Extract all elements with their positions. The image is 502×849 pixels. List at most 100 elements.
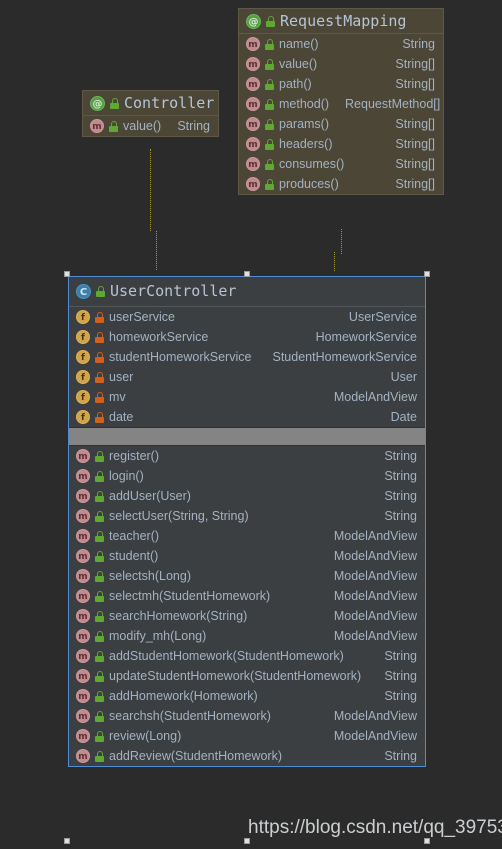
method-icon: m	[246, 37, 260, 51]
field-icon: f	[76, 310, 90, 324]
class-field-row[interactable]: f homeworkService HomeworkService	[69, 327, 425, 347]
method-name: addHomework(Homework)	[109, 688, 258, 703]
method-type: ModelAndView	[333, 608, 417, 623]
member-type: String	[177, 118, 210, 133]
class-method-row[interactable]: m addHomework(Homework) String	[69, 686, 425, 706]
selection-handle-top-center[interactable]	[244, 271, 250, 277]
method-type: String	[384, 448, 417, 463]
class-method-row[interactable]: m addReview(StudentHomework) String	[69, 746, 425, 766]
lock-orange-icon	[95, 411, 104, 423]
class-method-row[interactable]: m review(Long) ModelAndView	[69, 726, 425, 746]
class-method-row[interactable]: m searchsh(StudentHomework) ModelAndView	[69, 706, 425, 726]
class-field-row[interactable]: f date Date	[69, 407, 425, 427]
lock-green-icon	[95, 470, 104, 482]
method-icon: m	[76, 529, 90, 543]
class-box-usercontroller[interactable]: C UserController f userService UserServi…	[68, 276, 426, 767]
method-name: register()	[109, 448, 160, 463]
method-icon: m	[246, 97, 260, 111]
class-method-row[interactable]: m selectUser(String, String) String	[69, 506, 425, 526]
uml-diagram-canvas[interactable]: @ Controller m value() String @ RequestM…	[0, 0, 502, 849]
member-name: params()	[279, 116, 330, 131]
field-icon: f	[76, 330, 90, 344]
selection-handle-top-right[interactable]	[424, 271, 430, 277]
class-method-row[interactable]: m register() String	[69, 446, 425, 466]
method-icon: m	[76, 549, 90, 563]
lock-green-icon	[110, 97, 119, 109]
class-method-row[interactable]: m student() ModelAndView	[69, 546, 425, 566]
class-title-usercontroller: C UserController	[69, 277, 425, 307]
member-name: headers()	[279, 136, 333, 151]
annotation-member-row[interactable]: m method() RequestMethod[]	[239, 94, 443, 114]
lock-orange-icon	[95, 371, 104, 383]
selection-handle-bottom-left[interactable]	[64, 838, 70, 844]
member-name: value()	[123, 118, 162, 133]
method-icon: m	[246, 117, 260, 131]
lock-green-icon	[95, 530, 104, 542]
lock-green-icon	[95, 670, 104, 682]
annotation-box-controller[interactable]: @ Controller m value() String	[82, 90, 219, 137]
method-icon: m	[76, 749, 90, 763]
method-name: searchHomework(String)	[109, 608, 248, 623]
method-icon: m	[76, 709, 90, 723]
annotation-member-row[interactable]: m produces() String[]	[239, 174, 443, 194]
method-type: String	[384, 668, 417, 683]
annotation-member-row[interactable]: m name() String	[239, 34, 443, 54]
method-icon: m	[76, 449, 90, 463]
class-name: UserController	[110, 282, 237, 300]
class-method-row[interactable]: m updateStudentHomework(StudentHomework)…	[69, 666, 425, 686]
member-type: String[]	[395, 136, 435, 151]
method-icon: m	[246, 77, 260, 91]
annotation-at-icon: @	[246, 13, 261, 29]
member-type: RequestMethod[]	[345, 96, 441, 111]
method-name: searchsh(StudentHomework)	[109, 708, 271, 723]
field-type: HomeworkService	[315, 329, 417, 344]
annotation-title-requestmapping: @ RequestMapping	[239, 9, 443, 34]
class-method-row[interactable]: m searchHomework(String) ModelAndView	[69, 606, 425, 626]
annotation-members-requestmapping: m name() String m value() String[] m pat…	[239, 34, 443, 194]
method-name: selectsh(Long)	[109, 568, 191, 583]
class-field-row[interactable]: f mv ModelAndView	[69, 387, 425, 407]
annotation-box-requestmapping[interactable]: @ RequestMapping m name() String m value…	[238, 8, 444, 195]
class-field-row[interactable]: f user User	[69, 367, 425, 387]
class-method-row[interactable]: m addStudentHomework(StudentHomework) St…	[69, 646, 425, 666]
class-method-row[interactable]: m addUser(User) String	[69, 486, 425, 506]
annotation-member-row[interactable]: m path() String[]	[239, 74, 443, 94]
field-name: date	[109, 409, 134, 424]
class-method-row[interactable]: m login() String	[69, 466, 425, 486]
annotation-member-row[interactable]: m value() String[]	[239, 54, 443, 74]
method-icon: m	[246, 157, 260, 171]
class-method-row[interactable]: m teacher() ModelAndView	[69, 526, 425, 546]
watermark-text: https://blog.csdn.net/qq_39753778	[248, 817, 502, 838]
method-type: ModelAndView	[333, 548, 417, 563]
method-icon: m	[246, 137, 260, 151]
annotation-member-row[interactable]: m headers() String[]	[239, 134, 443, 154]
connector-controller-to-usercontroller-lower	[156, 231, 157, 270]
method-type: ModelAndView	[333, 728, 417, 743]
class-methods-section: m register() String m login() String m a…	[69, 446, 425, 766]
annotation-name: Controller	[124, 94, 215, 112]
field-type: User	[390, 369, 417, 384]
lock-green-icon	[265, 138, 274, 150]
field-name: homeworkService	[109, 329, 209, 344]
field-type: StudentHomeworkService	[272, 349, 417, 364]
annotation-member-row[interactable]: m consumes() String[]	[239, 154, 443, 174]
lock-green-icon	[95, 730, 104, 742]
method-name: student()	[109, 548, 159, 563]
class-field-row[interactable]: f userService UserService	[69, 307, 425, 327]
member-type: String[]	[395, 116, 435, 131]
connector-requestmapping-to-usercontroller	[341, 229, 342, 254]
class-method-row[interactable]: m selectmh(StudentHomework) ModelAndView	[69, 586, 425, 606]
method-name: modify_mh(Long)	[109, 628, 207, 643]
class-method-row[interactable]: m selectsh(Long) ModelAndView	[69, 566, 425, 586]
method-icon: m	[76, 609, 90, 623]
lock-green-icon	[95, 630, 104, 642]
class-method-row[interactable]: m modify_mh(Long) ModelAndView	[69, 626, 425, 646]
annotation-title-controller: @ Controller	[83, 91, 218, 116]
member-name: path()	[279, 76, 312, 91]
selection-handle-top-left[interactable]	[64, 271, 70, 277]
annotation-member-row[interactable]: m value() String	[83, 116, 218, 136]
method-type: String	[384, 648, 417, 663]
class-field-row[interactable]: f studentHomeworkService StudentHomework…	[69, 347, 425, 367]
annotation-member-row[interactable]: m params() String[]	[239, 114, 443, 134]
method-type: ModelAndView	[333, 708, 417, 723]
